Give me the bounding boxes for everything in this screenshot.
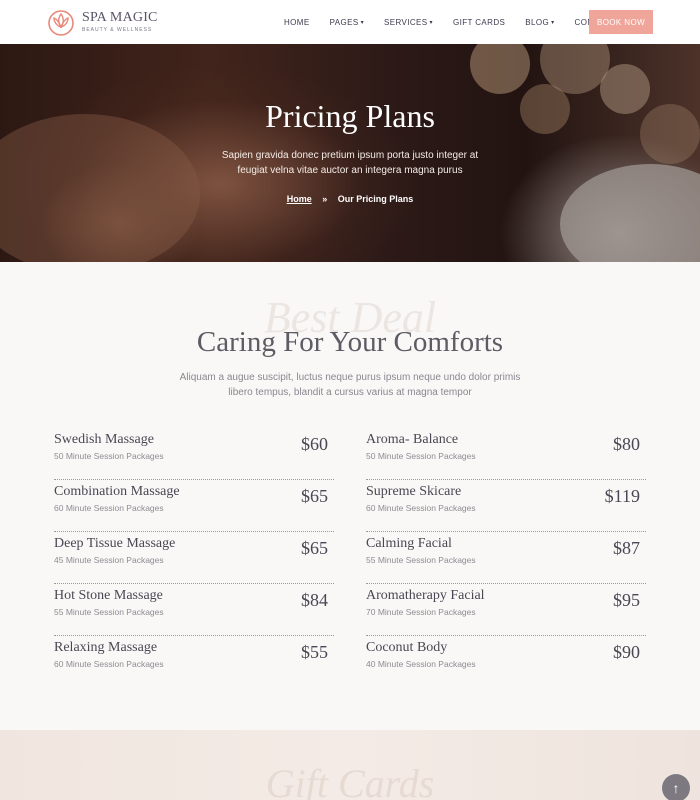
breadcrumb: Home » Our Pricing Plans	[0, 194, 700, 204]
item-description: 60 Minute Session Packages	[54, 659, 164, 669]
nav-label: BLOG	[525, 17, 550, 27]
item-name: Swedish Massage	[54, 432, 154, 447]
item-name: Supreme Skicare	[366, 484, 462, 499]
item-price: $119	[604, 486, 640, 506]
item-price: $90	[613, 642, 640, 662]
nav-item-pages[interactable]: PAGES ▾	[330, 18, 364, 27]
caret-down-icon: ▾	[429, 19, 433, 26]
price-item: Combination Massage 60 Minute Session Pa…	[54, 480, 334, 532]
brand-name: SPA MAGIC	[82, 10, 158, 25]
nav-item-home[interactable]: HOME	[284, 18, 310, 27]
item-description: 70 Minute Session Packages	[366, 607, 476, 617]
price-item: Supreme Skicare 60 Minute Session Packag…	[366, 480, 646, 532]
gift-watermark: Gift Cards	[265, 761, 435, 800]
caret-down-icon: ▾	[551, 19, 555, 26]
price-item: Hot Stone Massage 55 Minute Session Pack…	[54, 584, 334, 636]
brand-tagline: BEAUTY & WELLNESS	[82, 27, 153, 33]
breadcrumb-separator: »	[322, 194, 328, 204]
hero-banner: Pricing Plans Sapien gravida donec preti…	[0, 44, 700, 262]
main-nav: HOME PAGES▾ SERVICES▾ GIFT CARDS BLOG▾ C…	[284, 0, 641, 44]
nav-label: SERVICES	[384, 17, 428, 27]
item-name: Deep Tissue Massage	[54, 536, 176, 551]
page-title: Pricing Plans	[265, 98, 435, 134]
nav-item-services[interactable]: SERVICES ▾	[384, 18, 433, 27]
item-name: Hot Stone Massage	[54, 588, 163, 603]
item-name: Relaxing Massage	[54, 640, 158, 655]
caret-down-icon: ▾	[360, 19, 365, 26]
price-item: Deep Tissue Massage 45 Minute Session Pa…	[54, 532, 334, 584]
item-name: Coconut Body	[366, 640, 448, 655]
lotus-icon	[48, 10, 74, 36]
price-item: Aroma- Balance 50 Minute Session Package…	[366, 428, 646, 480]
nav-label: GIFT CARDS	[452, 17, 506, 27]
book-now-button[interactable]: BOOK NOW	[589, 10, 653, 34]
pricing-section: Best Deal Caring For Your Comforts Aliqu…	[0, 262, 700, 730]
logo[interactable]: SPA MAGIC BEAUTY & WELLNESS	[46, 8, 158, 36]
item-name: Aromatherapy Facial	[366, 588, 485, 603]
item-name: Calming Facial	[366, 536, 452, 551]
item-price: $87	[613, 538, 640, 558]
price-item: Calming Facial 55 Minute Session Package…	[366, 532, 646, 584]
item-name: Combination Massage	[54, 484, 180, 499]
nav-label: PAGES	[329, 17, 359, 27]
nav-item-gift-cards[interactable]: GIFT CARDS	[453, 18, 505, 27]
item-description: 45 Minute Session Packages	[54, 555, 164, 565]
section-subtitle: Aliquam a augue suscipit, luctus neque p…	[179, 372, 521, 398]
item-description: 55 Minute Session Packages	[366, 555, 476, 565]
item-price: $80	[613, 434, 640, 454]
item-price: $60	[301, 434, 328, 454]
section-title: Caring For Your Comforts	[196, 326, 504, 358]
site-header: SPA MAGIC BEAUTY & WELLNESS HOME PAGES ▾ …	[0, 0, 700, 44]
price-item: Relaxing Massage 60 Minute Session Packa…	[54, 636, 334, 688]
item-price: $65	[301, 486, 328, 506]
gift-cards-section: Gift Cards	[0, 730, 700, 800]
item-description: 50 Minute Session Packages	[366, 451, 476, 461]
back-to-top-button[interactable]: ↑	[662, 774, 690, 800]
price-item: Aromatherapy Facial 70 Minute Session Pa…	[366, 584, 646, 636]
nav-item-blog[interactable]: BLOG ▾	[525, 18, 554, 27]
item-price: $55	[301, 642, 328, 662]
arrow-up-icon: ↑	[672, 780, 680, 796]
price-item: Swedish Massage 50 Minute Session Packag…	[54, 428, 334, 480]
hero-subtitle: Sapien gravida donec pretium ipsum porta…	[221, 150, 479, 176]
breadcrumb-current: Our Pricing Plans	[337, 194, 414, 204]
item-price: $65	[301, 538, 328, 558]
pricing-column-right: Aroma- Balance 50 Minute Session Package…	[366, 428, 646, 688]
item-description: 60 Minute Session Packages	[366, 503, 476, 513]
pricing-column-left: Swedish Massage 50 Minute Session Packag…	[54, 428, 334, 688]
item-description: 60 Minute Session Packages	[54, 503, 164, 513]
nav-label: HOME	[284, 17, 310, 27]
item-price: $84	[301, 590, 328, 610]
item-description: 40 Minute Session Packages	[366, 659, 476, 669]
price-item: Coconut Body 40 Minute Session Packages …	[366, 636, 646, 688]
item-description: 55 Minute Session Packages	[54, 607, 164, 617]
item-price: $95	[613, 590, 640, 610]
breadcrumb-home-link[interactable]: Home	[287, 194, 312, 204]
item-name: Aroma- Balance	[366, 432, 459, 447]
item-description: 50 Minute Session Packages	[54, 451, 164, 461]
